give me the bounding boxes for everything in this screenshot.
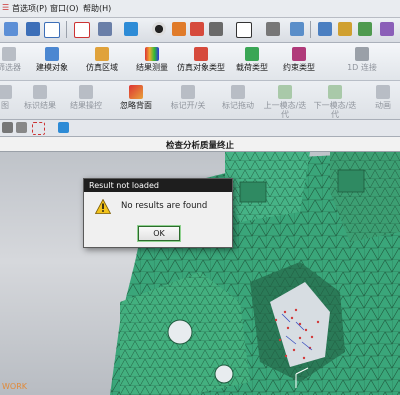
animation-icon (376, 85, 390, 99)
identify-result-button[interactable]: 标识结果 (20, 85, 60, 110)
select-icon[interactable] (4, 22, 18, 36)
display-mode-icon[interactable] (152, 22, 166, 36)
color-palette-icon[interactable] (190, 22, 204, 36)
result-manipulate-button[interactable]: 结果操控 (66, 85, 106, 110)
ribbon-result-group: 图 标识结果 结果操控 忽略背面 标记开/关 标记拖动 上一模态/迭代 下一模态… (0, 81, 400, 120)
assembly-icon[interactable] (318, 22, 332, 36)
constraint-type-icon (292, 47, 306, 61)
close-part-icon[interactable] (74, 22, 90, 38)
section-view-icon[interactable] (172, 22, 186, 36)
filter-label: 筛选器 (0, 63, 21, 72)
pan-icon[interactable] (16, 122, 27, 133)
rectangle-select-icon[interactable] (32, 122, 45, 135)
menu-bar: ☰ 首选项(P) 窗口(O) 帮助(H) (0, 0, 400, 18)
next-mode-label: 下一模态/迭代 (313, 101, 357, 119)
menu-preferences[interactable]: 首选项(P) (12, 3, 47, 14)
dialog-title-bar[interactable]: Result not loaded (84, 179, 232, 192)
app-menu-icon[interactable]: ☰ (2, 3, 9, 12)
1d-connection-label: 1D 连接 (347, 63, 377, 72)
result-manipulate-icon (79, 85, 93, 99)
navigator-icon[interactable] (358, 22, 372, 36)
simulation-object-type-button[interactable]: 仿真对象类型 (176, 47, 226, 72)
result-measure-icon (145, 47, 159, 61)
marker-toggle-label: 标记开/关 (170, 101, 206, 110)
constraint-type-button[interactable]: 约束类型 (276, 47, 322, 72)
identify-result-icon (33, 85, 47, 99)
animation-label: 动画 (375, 101, 391, 110)
modeling-object-icon (45, 47, 59, 61)
marker-toggle-button[interactable]: 标记开/关 (166, 85, 210, 110)
load-type-label: 载荷类型 (236, 63, 268, 72)
dialog-title: Result not loaded (89, 181, 160, 190)
menu-help[interactable]: 帮助(H) (83, 3, 111, 14)
camera-icon[interactable] (266, 22, 280, 36)
render-cube-icon[interactable] (124, 22, 138, 36)
view-cube-icon[interactable] (58, 122, 69, 133)
selection-toolbar (0, 120, 400, 137)
ignore-backface-icon (129, 85, 143, 99)
modeling-object-button[interactable]: 建模对象 (30, 47, 74, 72)
graph-icon (0, 85, 12, 99)
ok-button[interactable]: OK (137, 225, 181, 242)
view-orient-icon[interactable] (98, 22, 112, 36)
dialog-message: No results are found (121, 201, 208, 211)
ignore-backface-button[interactable]: 忽略背面 (114, 85, 158, 110)
modeling-object-label: 建模对象 (36, 63, 68, 72)
load-type-button[interactable]: 载荷类型 (232, 47, 272, 72)
wave-link-icon[interactable] (338, 22, 352, 36)
animation-button[interactable]: 动画 (368, 85, 398, 110)
rotate-icon[interactable] (2, 122, 13, 133)
previous-mode-icon (278, 85, 292, 99)
filter-select-icon[interactable] (26, 22, 40, 36)
identify-result-label: 标识结果 (24, 101, 56, 110)
filter-icon (2, 47, 16, 61)
graph-label: 图 (1, 101, 9, 110)
simulation-region-icon (95, 47, 109, 61)
constraint-type-label: 约束类型 (283, 63, 315, 72)
result-manipulate-label: 结果操控 (70, 101, 102, 110)
main-toolbar (0, 18, 400, 43)
previous-mode-label: 上一模态/迭代 (263, 101, 307, 119)
simulation-object-type-icon (194, 47, 208, 61)
toolbar-divider (310, 21, 311, 38)
result-not-loaded-dialog: Result not loaded No results are found O… (83, 178, 233, 248)
simulation-region-button[interactable]: 仿真区域 (80, 47, 124, 72)
toolbar-divider (66, 21, 67, 38)
info-icon[interactable] (44, 22, 60, 38)
marker-drag-label: 标记拖动 (222, 101, 254, 110)
1d-connection-button[interactable]: 1D 连接 (342, 47, 382, 72)
menu-window[interactable]: 窗口(O) (50, 3, 79, 14)
status-text: 检查分析质量终止 (165, 141, 234, 151)
ignore-backface-label: 忽略背面 (120, 101, 152, 110)
work-coordinate-label: WORK (2, 382, 28, 391)
result-measure-label: 结果测量 (136, 63, 168, 72)
next-mode-icon (328, 85, 342, 99)
simulation-object-type-label: 仿真对象类型 (177, 63, 225, 72)
previous-mode-button[interactable]: 上一模态/迭代 (262, 85, 308, 119)
ribbon-display-group: 筛选器 建模对象 仿真区域 结果测量 仿真对象类型 载荷类型 约束类型 1D 连… (0, 43, 400, 81)
1d-connection-icon (355, 47, 369, 61)
next-mode-button[interactable]: 下一模态/迭代 (312, 85, 358, 119)
show-hide-icon[interactable] (209, 22, 223, 36)
simulation-region-label: 仿真区域 (86, 63, 118, 72)
load-type-icon (245, 47, 259, 61)
result-measure-button[interactable]: 结果测量 (130, 47, 174, 72)
more-tools-icon[interactable] (380, 22, 394, 36)
status-bar: 检查分析质量终止 (0, 137, 400, 152)
warning-icon (95, 199, 111, 214)
marker-drag-icon (231, 85, 245, 99)
filter-button[interactable]: 筛选器 (0, 47, 26, 72)
marker-drag-button[interactable]: 标记拖动 (216, 85, 260, 110)
marker-toggle-icon (181, 85, 195, 99)
view-tools-icon[interactable] (290, 22, 304, 36)
layer-icon[interactable] (236, 22, 252, 38)
graph-button[interactable]: 图 (0, 85, 16, 110)
